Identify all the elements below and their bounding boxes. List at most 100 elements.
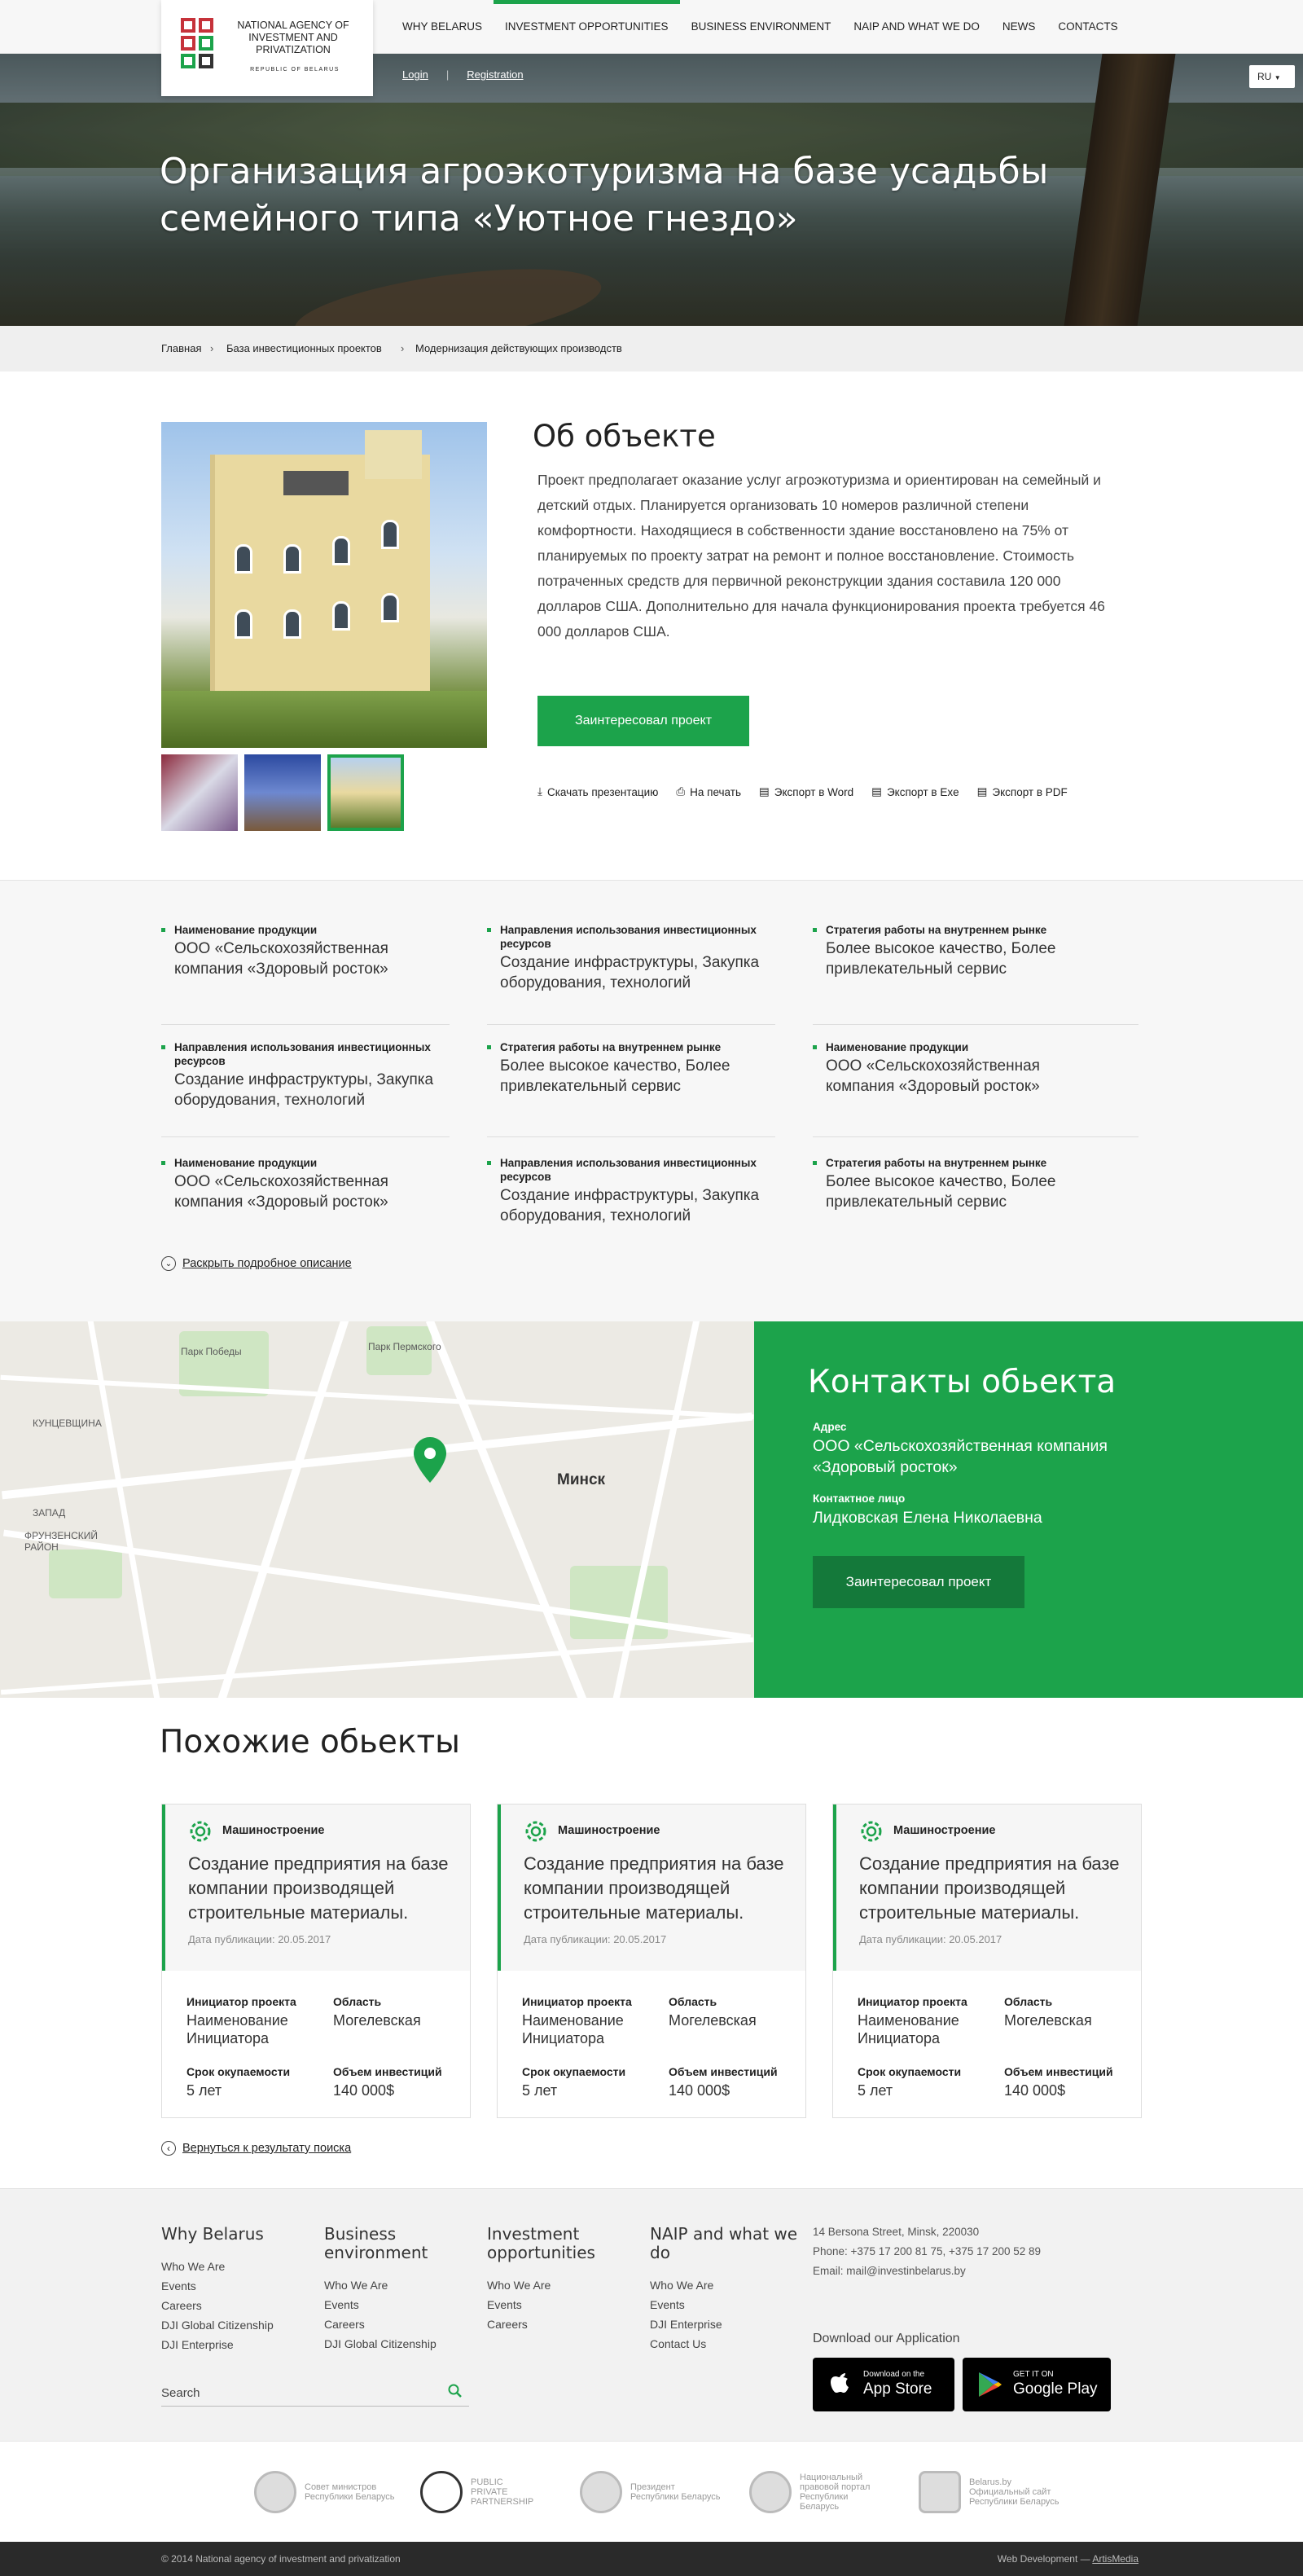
card-date: Дата публикации: 20.05.2017 [524,1933,667,1945]
partners-strip: Совет министров Республики Беларусь PUBLI… [0,2441,1303,2542]
pdf-icon: ▤ [976,785,988,798]
export-pdf-link[interactable]: ▤ Экспорт в PDF [977,785,1068,798]
card-value: 140 000$ [669,2082,730,2099]
card-value: 5 лет [186,2082,222,2099]
partner-president-logo[interactable]: Президент Республики Беларусь [580,2468,721,2517]
contact-interested-button[interactable]: Заинтересовал проект [813,1556,1024,1608]
address-value: ООО «Сельскохозяйственная компания «Здор… [813,1437,1108,1476]
download-icon: ⤓ [537,785,542,798]
spec-item: Наименование продукции ООО «Сельскохозяйс… [161,1156,450,1212]
search-icon[interactable] [448,2384,463,2398]
card-title[interactable]: Создание предприятия на базе компании пр… [188,1852,465,1925]
footer-link[interactable]: Who We Are [161,2257,316,2276]
footer-contact-info: 14 Bersona Street, Minsk, 220030 Phone: … [813,2222,1041,2281]
export-word-link[interactable]: ▤ Экспорт в Word [759,785,853,798]
emblem-icon [254,2471,296,2513]
breadcrumb-home[interactable]: Главная [161,326,201,371]
card-label: Область [1004,1995,1053,2008]
google-play-icon [979,2372,1002,2397]
document-icon: ▤ [758,785,770,798]
footer-column-title[interactable]: Business environment [324,2225,479,2262]
nav-business-environment[interactable]: BUSINESS ENVIRONMENT [680,0,843,54]
interested-button[interactable]: Заинтересовал проект [537,696,749,746]
page-title: Организация агроэкотуризма на базе усадь… [160,151,1049,240]
thumbnail-2[interactable] [244,754,321,831]
map-pin-icon[interactable] [414,1437,446,1483]
card-label: Срок окупаемости [522,2065,626,2078]
footer-search-input[interactable]: Search [161,2377,469,2407]
breadcrumb-projects[interactable]: База инвестиционных проектов [226,326,382,371]
footer-link[interactable]: DJI Global Citizenship [161,2315,316,2335]
location-map[interactable]: Парк Победы КУНЦЕВЩИНА ЗАПАД ФРУНЗЕНСКИЙ… [0,1321,754,1698]
card-label: Область [669,1995,717,2008]
export-exe-link[interactable]: ▤ Экспорт в Exe [871,785,959,798]
card-title[interactable]: Создание предприятия на базе компании пр… [859,1852,1136,1925]
auth-links: Login | Registration [402,68,524,81]
copyright: © 2014 National agency of investment and… [161,2553,401,2565]
footer-column-title[interactable]: Why Belarus [161,2225,316,2244]
footer-link[interactable]: DJI Enterprise [161,2335,316,2354]
partner-council-logo[interactable]: Совет министров Республики Беларусь [254,2468,395,2517]
card-date: Дата публикации: 20.05.2017 [188,1933,331,1945]
footer-link[interactable]: Events [161,2276,316,2296]
footer-link[interactable]: Who We Are [487,2275,642,2295]
nav-contacts[interactable]: CONTACTS [1046,0,1129,54]
app-store-button[interactable]: Download on the App Store [813,2358,954,2411]
print-icon: ⎙ [676,785,686,798]
developer-link[interactable]: ArtisMedia [1092,2553,1138,2565]
chevron-down-icon: ▼ [1274,74,1281,81]
footer-link[interactable]: Careers [161,2296,316,2315]
language-select[interactable]: RU ▼ [1249,65,1295,88]
footer-link[interactable]: Contact Us [650,2334,805,2354]
main-photo[interactable] [161,422,487,748]
map-label: ФРУНЗЕНСКИЙ РАЙОН [24,1530,98,1553]
google-play-button[interactable]: GET IT ON Google Play [963,2358,1111,2411]
similar-card[interactable]: Машиностроение Создание предприятия на б… [161,1804,471,2118]
partner-belarus-by-logo[interactable]: Belarus.by Официальный сайт Республики Бе… [919,2468,1091,2517]
breadcrumb: Главная › База инвестиционных проектов ›… [0,326,1303,371]
footer-link[interactable]: Events [650,2295,805,2314]
card-title[interactable]: Создание предприятия на базе компании пр… [524,1852,801,1925]
footer-link[interactable]: Careers [324,2314,479,2334]
agency-logo[interactable]: National Agency of Investment and Privat… [161,0,373,96]
gear-icon [525,1821,546,1842]
login-link[interactable]: Login [402,68,428,81]
footer-link[interactable]: Events [324,2295,479,2314]
partner-legal-portal-logo[interactable]: Национальный правовой портал Республики Б… [749,2468,889,2517]
footer-link[interactable]: Who We Are [650,2275,805,2295]
nav-naip[interactable]: NAIP AND WHAT WE DO [842,0,991,54]
download-app-label: Download our Application [813,2332,960,2345]
main-nav: WHY BELARUS INVESTMENT OPPORTUNITIES BUS… [391,0,1130,54]
card-label: Срок окупаемости [858,2065,962,2078]
thumbnail-3-active[interactable] [327,754,404,831]
footer-link[interactable]: DJI Global Citizenship [324,2334,479,2354]
download-presentation-link[interactable]: ⤓ Скачать презентацию [537,785,658,798]
footer-email[interactable]: Email: mail@investinbelarus.by [813,2262,1041,2281]
registration-link[interactable]: Registration [467,68,523,81]
similar-card[interactable]: Машиностроение Создание предприятия на б… [497,1804,806,2118]
footer-phone: Phone: +375 17 200 81 75, +375 17 200 52… [813,2245,1042,2257]
footer-column-title[interactable]: NAIP and what we do [650,2225,805,2262]
contacts-title: Контакты обьекта [808,1364,1117,1400]
similar-card[interactable]: Машиностроение Создание предприятия на б… [832,1804,1142,2118]
card-value: Наименование Инициатора [858,2012,959,2046]
card-label: Область [333,1995,382,2008]
nav-news[interactable]: NEWS [991,0,1047,54]
partner-ppp-logo[interactable]: PUBLIC PRIVATE PARTNERSHIP [420,2468,536,2517]
nav-why-belarus[interactable]: WHY BELARUS [391,0,494,54]
footer-link[interactable]: DJI Enterprise [650,2314,805,2334]
nav-investment-opportunities[interactable]: INVESTMENT OPPORTUNITIES [494,0,680,54]
back-to-results-link[interactable]: ‹ Вернуться к результату поиска [161,2141,351,2156]
print-link[interactable]: ⎙ На печать [676,785,741,798]
chevron-right-icon: › [210,342,214,354]
footer-link[interactable]: Who We Are [324,2275,479,2295]
footer-link[interactable]: Careers [487,2314,642,2334]
footer-link[interactable]: Events [487,2295,642,2314]
spec-item: Стратегия работы на внутреннем рынке Боле… [813,923,1101,979]
export-actions: ⤓ Скачать презентацию ⎙ На печать ▤ Экспорт… [537,785,1068,798]
emblem-icon [580,2471,622,2513]
thumbnail-1[interactable] [161,754,238,831]
expand-description-link[interactable]: ⌄ Раскрыть подробное описание [161,1256,352,1271]
card-label: Объем инвестиций [333,2065,442,2078]
footer-column-title[interactable]: Investment opportunities [487,2225,642,2262]
